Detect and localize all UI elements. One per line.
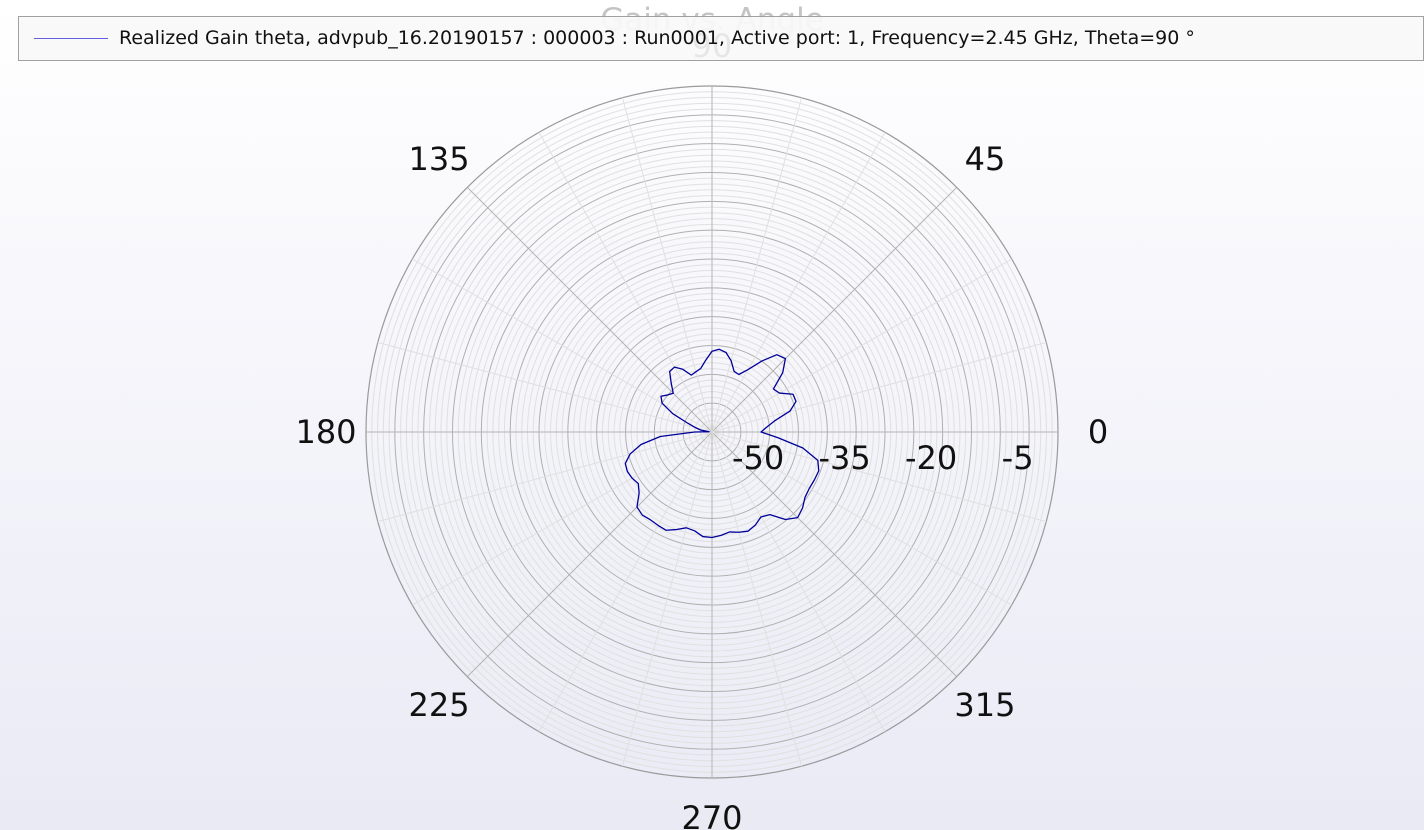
- angle-tick-label: 180: [295, 413, 356, 451]
- minor-spoke: [412, 431, 713, 606]
- angle-tick-label: 0: [1088, 413, 1108, 451]
- angle-tick-labels: 04590135180225270315: [295, 27, 1108, 830]
- minor-spoke: [538, 431, 713, 732]
- radial-tick-label: -5: [1002, 439, 1034, 477]
- legend-line-swatch: [34, 38, 108, 39]
- radial-tick-label: -20: [905, 439, 957, 477]
- major-spoke: [466, 186, 713, 433]
- major-spoke: [466, 431, 713, 678]
- minor-spoke: [412, 258, 713, 433]
- legend-entry-label: Realized Gain theta, advpub_16.20190157 …: [119, 27, 1195, 49]
- polar-chart: -50-35-20-5 04590135180225270315: [295, 27, 1108, 830]
- angle-tick-label: 45: [965, 140, 1006, 178]
- minor-spoke: [711, 258, 1012, 433]
- angle-spokes: [366, 86, 1058, 778]
- radial-tick-label: -50: [732, 439, 784, 477]
- major-spoke: [711, 186, 958, 433]
- legend: Realized Gain theta, advpub_16.20190157 …: [18, 16, 1424, 61]
- angle-tick-label: 315: [954, 686, 1015, 724]
- minor-spoke: [538, 132, 713, 433]
- angle-tick-label: 135: [409, 140, 470, 178]
- minor-spoke: [711, 132, 886, 433]
- angle-tick-label: 270: [681, 799, 742, 830]
- radial-tick-label: -35: [818, 439, 870, 477]
- angle-tick-label: 225: [409, 686, 470, 724]
